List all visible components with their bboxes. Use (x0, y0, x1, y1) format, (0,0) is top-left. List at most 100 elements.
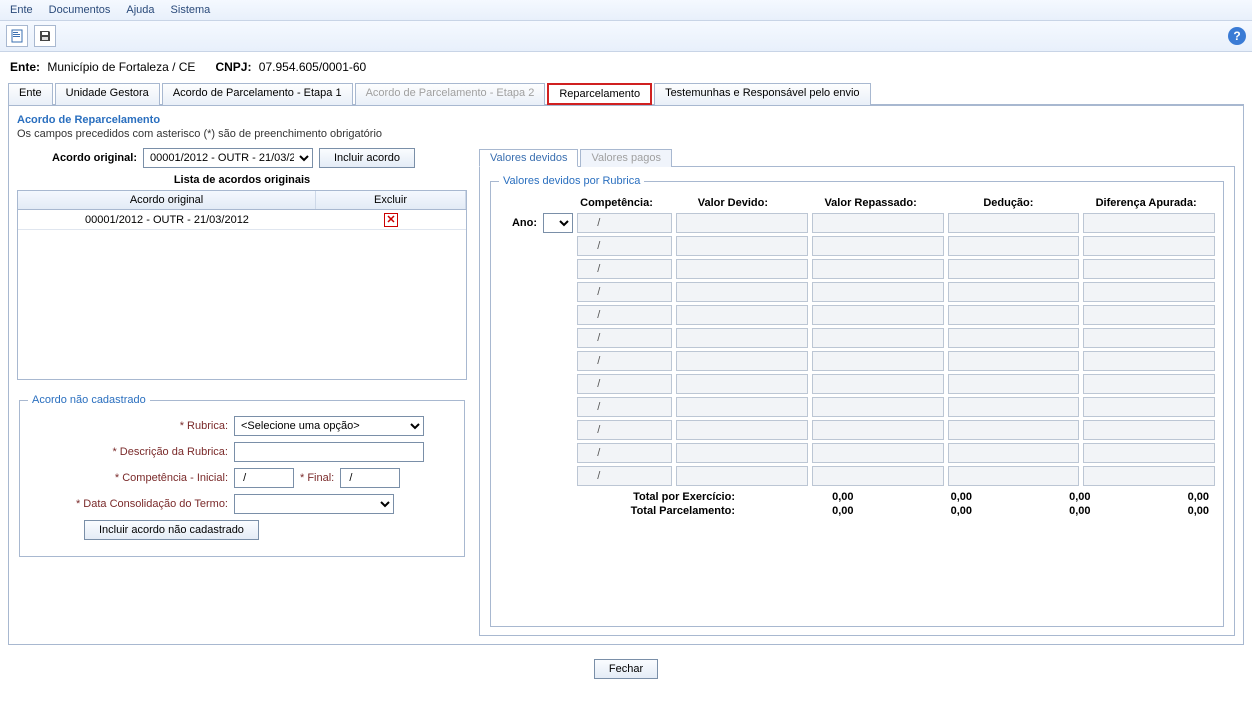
ano-select[interactable] (543, 213, 573, 233)
section-hint: Os campos precedidos com asterisco (*) s… (17, 128, 1235, 140)
devido-input[interactable] (676, 420, 808, 440)
repassado-input[interactable] (812, 328, 944, 348)
repassado-input[interactable] (812, 213, 944, 233)
devido-input[interactable] (676, 282, 808, 302)
diferenca-input[interactable] (1083, 420, 1215, 440)
deducao-input[interactable] (948, 374, 1080, 394)
deducao-input[interactable] (948, 282, 1080, 302)
comp-final-input[interactable] (340, 468, 400, 488)
competencia-input[interactable] (577, 351, 672, 371)
diferenca-input[interactable] (1083, 213, 1215, 233)
repassado-input[interactable] (812, 420, 944, 440)
competencia-input[interactable] (577, 213, 672, 233)
tab-unidade-gestora[interactable]: Unidade Gestora (55, 83, 160, 105)
competencia-input[interactable] (577, 443, 672, 463)
diferenca-input[interactable] (1083, 259, 1215, 279)
deducao-input[interactable] (948, 328, 1080, 348)
repassado-input[interactable] (812, 351, 944, 371)
devido-input[interactable] (676, 374, 808, 394)
competencia-input[interactable] (577, 259, 672, 279)
fieldset-legend: Acordo não cadastrado (28, 394, 150, 406)
devido-input[interactable] (676, 236, 808, 256)
fechar-button[interactable]: Fechar (594, 659, 658, 679)
devido-input[interactable] (676, 443, 808, 463)
save-icon[interactable] (34, 25, 56, 47)
diferenca-input[interactable] (1083, 282, 1215, 302)
diferenca-input[interactable] (1083, 328, 1215, 348)
valores-header: Competência: Valor Devido: Valor Repassa… (499, 197, 1215, 209)
repassado-input[interactable] (812, 236, 944, 256)
deducao-input[interactable] (948, 466, 1080, 486)
devido-input[interactable] (676, 351, 808, 371)
diferenca-input[interactable] (1083, 236, 1215, 256)
menu-documentos[interactable]: Documentos (43, 2, 117, 18)
total-pa-repassado: 0,00 (860, 505, 979, 517)
competencia-input[interactable] (577, 466, 672, 486)
deducao-input[interactable] (948, 420, 1080, 440)
comp-inicial-input[interactable] (234, 468, 294, 488)
deducao-input[interactable] (948, 305, 1080, 325)
tab-testemunhas[interactable]: Testemunhas e Responsável pelo envio (654, 83, 870, 105)
inner-tab-strip: Valores devidos Valores pagos (479, 149, 1235, 167)
total-pa-diferenca: 0,00 (1097, 505, 1216, 517)
tab-acordo-etapa1[interactable]: Acordo de Parcelamento - Etapa 1 (162, 83, 353, 105)
valores-row (499, 236, 1215, 256)
delete-icon[interactable]: ✕ (384, 213, 398, 227)
acordos-grid: Acordo original Excluir 00001/2012 - OUT… (17, 190, 467, 380)
competencia-input[interactable] (577, 374, 672, 394)
deducao-input[interactable] (948, 351, 1080, 371)
competencia-input[interactable] (577, 420, 672, 440)
col-excluir: Excluir (316, 191, 466, 209)
menu-ajuda[interactable]: Ajuda (120, 2, 160, 18)
diferenca-input[interactable] (1083, 443, 1215, 463)
cnpj-label: CNPJ: (215, 60, 251, 74)
competencia-input[interactable] (577, 397, 672, 417)
menu-ente[interactable]: Ente (4, 2, 39, 18)
deducao-input[interactable] (948, 213, 1080, 233)
deducao-input[interactable] (948, 259, 1080, 279)
repassado-input[interactable] (812, 374, 944, 394)
incluir-acordo-nc-button[interactable]: Incluir acordo não cadastrado (84, 520, 259, 540)
repassado-input[interactable] (812, 466, 944, 486)
inner-tab-pagos[interactable]: Valores pagos (580, 149, 672, 167)
diferenca-input[interactable] (1083, 374, 1215, 394)
repassado-input[interactable] (812, 443, 944, 463)
menu-sistema[interactable]: Sistema (165, 2, 217, 18)
deducao-input[interactable] (948, 443, 1080, 463)
devido-input[interactable] (676, 466, 808, 486)
competencia-input[interactable] (577, 236, 672, 256)
deducao-input[interactable] (948, 397, 1080, 417)
devido-input[interactable] (676, 397, 808, 417)
competencia-input[interactable] (577, 328, 672, 348)
repassado-input[interactable] (812, 259, 944, 279)
devido-input[interactable] (676, 259, 808, 279)
diferenca-input[interactable] (1083, 305, 1215, 325)
diferenca-input[interactable] (1083, 351, 1215, 371)
tab-ente[interactable]: Ente (8, 83, 53, 105)
deducao-input[interactable] (948, 236, 1080, 256)
diferenca-input[interactable] (1083, 397, 1215, 417)
incluir-acordo-button[interactable]: Incluir acordo (319, 148, 415, 168)
rubrica-select[interactable]: <Selecione uma opção> (234, 416, 424, 436)
competencia-input[interactable] (577, 305, 672, 325)
devido-input[interactable] (676, 328, 808, 348)
valores-row (499, 397, 1215, 417)
total-pa-deducao: 0,00 (978, 505, 1097, 517)
header-info: Ente: Município de Fortaleza / CE CNPJ: … (0, 52, 1252, 82)
help-icon[interactable]: ? (1228, 27, 1246, 45)
data-consolidacao-select[interactable] (234, 494, 394, 514)
inner-tab-devidos[interactable]: Valores devidos (479, 149, 578, 167)
acordo-original-select[interactable]: 00001/2012 - OUTR - 21/03/2012 (143, 148, 313, 168)
new-document-icon[interactable] (6, 25, 28, 47)
competencia-input[interactable] (577, 282, 672, 302)
total-exercicio-label: Total por Exercício: (551, 491, 741, 503)
devido-input[interactable] (676, 213, 808, 233)
repassado-input[interactable] (812, 397, 944, 417)
devido-input[interactable] (676, 305, 808, 325)
valores-row (499, 374, 1215, 394)
diferenca-input[interactable] (1083, 466, 1215, 486)
tab-reparcelamento[interactable]: Reparcelamento (547, 83, 652, 105)
repassado-input[interactable] (812, 282, 944, 302)
repassado-input[interactable] (812, 305, 944, 325)
descricao-input[interactable] (234, 442, 424, 462)
